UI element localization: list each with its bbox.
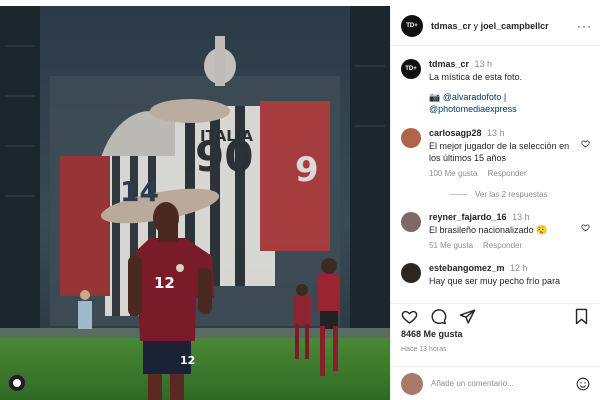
coauthor-username[interactable]: joel_campbellcr — [481, 21, 549, 31]
caption-credit-1[interactable]: 📷 @alvaradofoto | — [429, 91, 576, 103]
reply-button[interactable]: Responder — [487, 169, 526, 178]
post-header: TD+ tdmas_cr y joel_campbellcr ··· — [391, 6, 600, 46]
view-replies-label: Ver las 2 respuestas — [475, 190, 548, 199]
svg-text:12: 12 — [180, 354, 195, 367]
commenter-avatar[interactable] — [401, 212, 421, 232]
comment-text: El brasileño nacionalizado 😮‍💨 — [429, 225, 548, 235]
tagged-users-icon[interactable] — [8, 374, 26, 392]
caption-avatar[interactable]: TD+ — [401, 59, 421, 79]
author-avatar[interactable]: TD+ — [401, 14, 423, 37]
comment-item: carlosagp28 13 h El mejor jugador de la … — [401, 127, 590, 180]
save-icon[interactable] — [573, 308, 590, 325]
post-timestamp[interactable]: Hace 13 horas — [401, 346, 447, 353]
caption-text: La mística de esta foto. — [429, 72, 523, 82]
comment-time: 13 h — [487, 128, 505, 138]
like-count[interactable]: 8468 Me gusta — [401, 329, 463, 339]
post-image[interactable]: 90 14 9 ITALIA 12 12 — [0, 6, 390, 400]
comment-item: reyner_fajardo_16 13 h El brasileño naci… — [401, 211, 590, 252]
comment-icon[interactable] — [430, 308, 447, 325]
comment-time: 13 h — [512, 212, 530, 222]
caption: TD+ tdmas_cr 13 h La mística de esta fot… — [401, 58, 590, 115]
post-authors: tdmas_cr y joel_campbellcr — [431, 21, 577, 31]
comment-username[interactable]: reyner_fajardo_16 — [429, 212, 507, 222]
commenter-avatar[interactable] — [401, 263, 421, 283]
comment-username[interactable]: estebangomez_m — [429, 263, 505, 273]
comments-list: TD+ tdmas_cr 13 h La mística de esta fot… — [391, 50, 600, 302]
svg-text:9: 9 — [295, 150, 319, 190]
comment-likes[interactable]: 51 Me gusta — [429, 241, 473, 250]
post-photo: 90 14 9 ITALIA 12 12 — [0, 6, 390, 400]
svg-text:14: 14 — [120, 175, 159, 208]
heart-small-icon[interactable] — [581, 223, 590, 232]
comment-username[interactable]: carlosagp28 — [429, 128, 482, 138]
commenter-avatar[interactable] — [401, 128, 421, 148]
view-replies-button[interactable]: Ver las 2 respuestas — [449, 190, 590, 199]
svg-text:12: 12 — [154, 274, 175, 292]
caption-time: 13 h — [474, 59, 493, 69]
authors-conjunction: y — [473, 20, 479, 31]
author-username[interactable]: tdmas_cr — [431, 21, 471, 31]
add-comment-bar — [391, 366, 600, 400]
emoji-icon[interactable] — [576, 377, 590, 391]
post-actions — [391, 303, 600, 329]
share-icon[interactable] — [459, 308, 476, 325]
comment-item: estebangomez_m 12 h Hay que ser muy pech… — [401, 262, 590, 287]
comment-text: Hay que ser muy pecho frío para — [429, 276, 561, 286]
comment-text: El mejor jugador de la selección en los … — [429, 141, 570, 163]
post-side-panel: TD+ tdmas_cr y joel_campbellcr ··· TD+ t… — [390, 6, 600, 400]
current-user-avatar — [401, 372, 423, 395]
caption-credit-2[interactable]: @photomediaexpress — [429, 103, 576, 115]
heart-small-icon[interactable] — [581, 139, 590, 148]
heart-icon[interactable] — [401, 308, 418, 325]
comment-input[interactable] — [431, 379, 576, 388]
comment-time: 12 h — [510, 263, 528, 273]
caption-username[interactable]: tdmas_cr — [429, 59, 469, 69]
more-icon[interactable]: ··· — [577, 19, 592, 33]
reply-button[interactable]: Responder — [483, 241, 522, 250]
post-modal: 90 14 9 ITALIA 12 12 TD+ tdmas_cr y joel… — [0, 6, 600, 400]
comment-likes[interactable]: 100 Me gusta — [429, 169, 477, 178]
svg-text:ITALIA: ITALIA — [200, 127, 253, 145]
